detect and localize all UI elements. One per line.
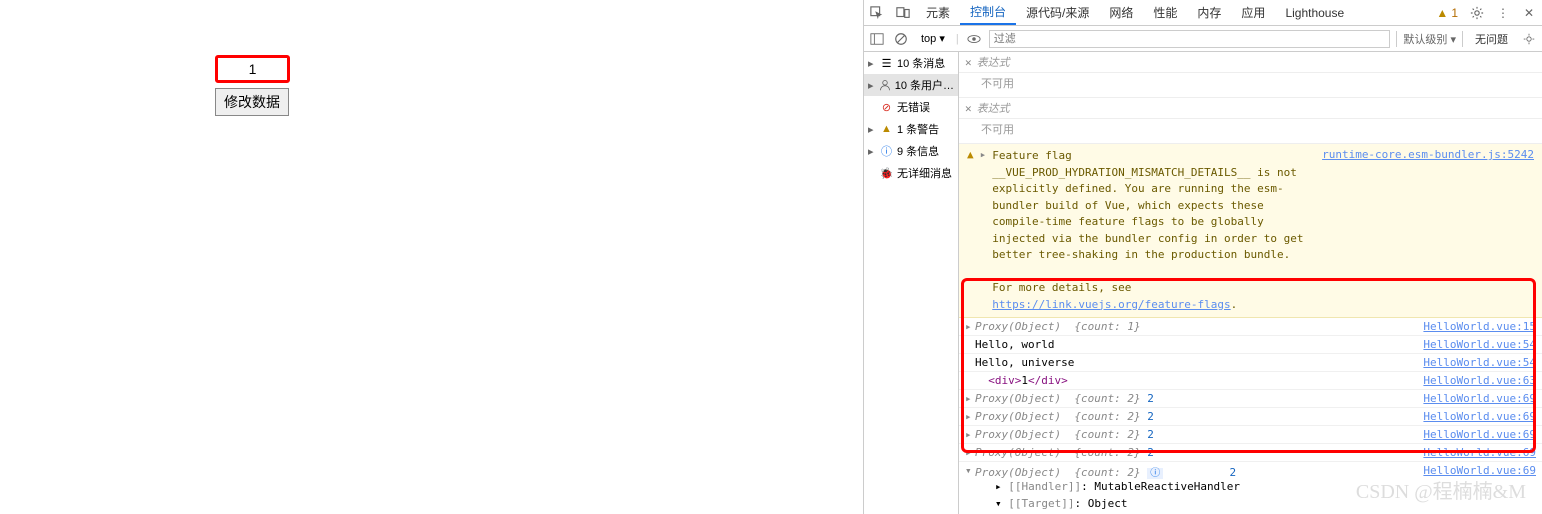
sidebar-item-warnings[interactable]: ▸▲1 条警告 <box>864 118 958 140</box>
settings-icon[interactable] <box>1464 6 1490 20</box>
sidebar-item-errors[interactable]: ⊘无错误 <box>864 96 958 118</box>
collapse-arrow-icon[interactable]: ▾ <box>965 464 975 477</box>
console-warning: ▲ ▸ Feature flag __VUE_PROD_HYDRATION_MI… <box>959 144 1542 318</box>
tab-performance[interactable]: 性能 <box>1143 0 1187 25</box>
console-log-row[interactable]: ▸Proxy(Object) {count: 2} 2HelloWorld.vu… <box>959 426 1542 444</box>
warning-text: Feature flag __VUE_PROD_HYDRATION_MISMAT… <box>992 149 1303 261</box>
close-icon[interactable]: ✕ <box>1516 6 1542 20</box>
feature-flags-link[interactable]: https://link.vuejs.org/feature-flags <box>992 298 1230 311</box>
tab-lighthouse[interactable]: Lighthouse <box>1275 0 1354 25</box>
console-log-row[interactable]: ▸Proxy(Object) {count: 2} 2HelloWorld.vu… <box>959 390 1542 408</box>
expand-arrow-icon[interactable]: ▸ <box>965 428 975 441</box>
tab-network[interactable]: 网络 <box>1099 0 1143 25</box>
sidebar-item-user[interactable]: ▸10 条用户… <box>864 74 958 96</box>
log-content: Hello, world <box>975 338 1415 351</box>
more-icon[interactable]: ⋮ <box>1490 6 1516 20</box>
sidebar-item-verbose[interactable]: 🐞无详细消息 <box>864 162 958 184</box>
expand-arrow-icon[interactable]: ▸ <box>965 446 975 459</box>
warning-icon: ▲ <box>967 148 974 313</box>
log-content: <div>1</div> <box>975 374 1415 387</box>
log-content: Proxy(Object) {count: 1} <box>975 320 1415 333</box>
tab-console[interactable]: 控制台 <box>960 0 1016 25</box>
tab-elements[interactable]: 元素 <box>916 0 960 25</box>
expression-na: 不可用 <box>959 73 1542 98</box>
console-output: ✕ 表达式 不可用 ✕ 表达式 不可用 ▲ ▸ Feature flag __VUE… <box>959 52 1542 514</box>
context-select[interactable]: top ▾ <box>916 30 950 47</box>
source-link[interactable]: HelloWorld.vue:15 <box>1415 320 1536 333</box>
log-content: Proxy(Object) {count: 2} 2 <box>975 392 1415 405</box>
source-link[interactable]: HelloWorld.vue:54 <box>1415 356 1536 369</box>
log-content: Proxy(Object) {count: 2} 2 <box>975 446 1415 459</box>
inspect-icon[interactable] <box>864 6 890 20</box>
settings-small-icon[interactable] <box>1520 32 1538 46</box>
source-link[interactable]: HelloWorld.vue:63 <box>1415 374 1536 387</box>
expand-arrow-icon[interactable]: ▸ <box>965 410 975 423</box>
watermark: CSDN @程楠楠&M <box>1356 475 1526 504</box>
expression-na: 不可用 <box>959 119 1542 144</box>
expand-arrow-icon[interactable]: ▸ <box>965 320 975 333</box>
console-filterbar: top ▾ | 默认级别 ▾ 无问题 <box>864 26 1542 52</box>
log-content: Proxy(Object) {count: 2} ⓘ 2▸ [[Handler]… <box>975 464 1415 514</box>
filter-input[interactable] <box>989 30 1391 48</box>
warning-count[interactable]: ▲1 <box>1430 6 1464 20</box>
source-link[interactable]: HelloWorld.vue:69 <box>1415 446 1536 459</box>
log-content: Hello, universe <box>975 356 1415 369</box>
level-select[interactable]: 默认级别 ▾ <box>1396 31 1463 47</box>
console-sidebar: ▸☰10 条消息 ▸10 条用户… ⊘无错误 ▸▲1 条警告 ▸ⓘ9 条信息 🐞… <box>864 52 959 514</box>
log-content: Proxy(Object) {count: 2} 2 <box>975 410 1415 423</box>
counter-display: 1 <box>215 55 290 83</box>
modify-data-button[interactable]: 修改数据 <box>215 88 289 116</box>
console-log-row[interactable]: Hello, worldHelloWorld.vue:54 <box>959 336 1542 354</box>
source-link[interactable]: HelloWorld.vue:69 <box>1415 392 1536 405</box>
console-log-row[interactable]: ▸Proxy(Object) {count: 1}HelloWorld.vue:… <box>959 318 1542 336</box>
console-log-row[interactable]: Hello, universeHelloWorld.vue:54 <box>959 354 1542 372</box>
console-log-row[interactable]: ▸Proxy(Object) {count: 2} 2HelloWorld.vu… <box>959 444 1542 462</box>
sidebar-item-messages[interactable]: ▸☰10 条消息 <box>864 52 958 74</box>
devtools-tabbar: 元素 控制台 源代码/来源 网络 性能 内存 应用 Lighthouse ▲1 … <box>864 0 1542 26</box>
source-link[interactable]: HelloWorld.vue:69 <box>1415 410 1536 423</box>
device-icon[interactable] <box>890 6 916 20</box>
live-expression-icon[interactable] <box>965 32 983 46</box>
clear-console-icon[interactable] <box>892 32 910 46</box>
close-expression-icon[interactable]: ✕ <box>965 102 972 115</box>
sidebar-toggle-icon[interactable] <box>868 32 886 46</box>
console-log-row[interactable]: <div>1</div>HelloWorld.vue:63 <box>959 372 1542 390</box>
close-expression-icon[interactable]: ✕ <box>965 56 972 69</box>
expression-label: 表达式 <box>977 54 1010 70</box>
warning-text-more: For more details, see <box>992 281 1131 294</box>
tab-sources[interactable]: 源代码/来源 <box>1016 0 1099 25</box>
console-log-row[interactable]: ▸Proxy(Object) {count: 2} 2HelloWorld.vu… <box>959 408 1542 426</box>
log-content: Proxy(Object) {count: 2} 2 <box>975 428 1415 441</box>
expand-arrow-icon[interactable]: ▸ <box>965 392 975 405</box>
tab-application[interactable]: 应用 <box>1231 0 1275 25</box>
sidebar-item-info[interactable]: ▸ⓘ9 条信息 <box>864 140 958 162</box>
source-link[interactable]: HelloWorld.vue:54 <box>1415 338 1536 351</box>
no-issues-label: 无问题 <box>1469 31 1514 47</box>
tab-memory[interactable]: 内存 <box>1187 0 1231 25</box>
source-link[interactable]: HelloWorld.vue:69 <box>1415 428 1536 441</box>
devtools-panel: 元素 控制台 源代码/来源 网络 性能 内存 应用 Lighthouse ▲1 … <box>863 0 1542 514</box>
warning-source-link[interactable]: runtime-core.esm-bundler.js:5242 <box>1322 148 1534 313</box>
expression-label: 表达式 <box>977 100 1010 116</box>
